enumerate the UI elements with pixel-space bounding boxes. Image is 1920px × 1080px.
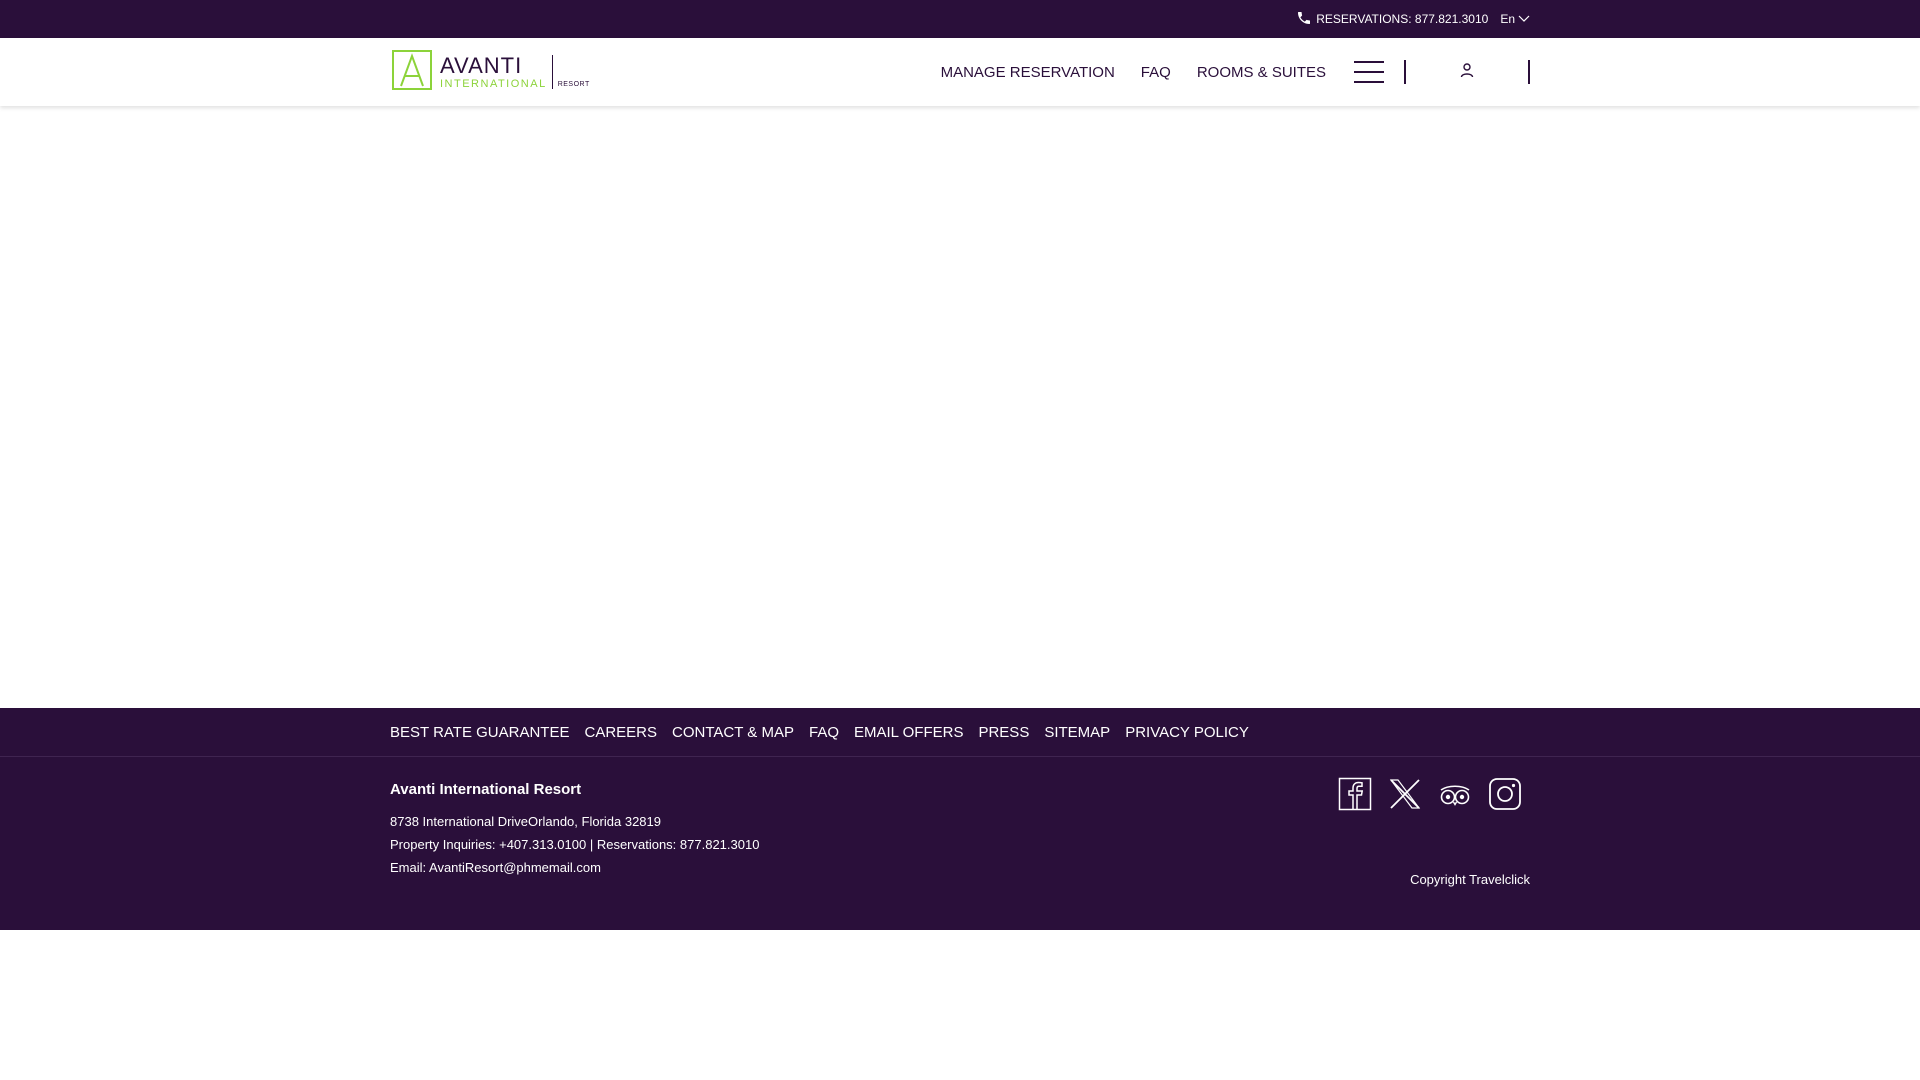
- nav-rooms-suites[interactable]: ROOMS & SUITES: [1197, 64, 1326, 81]
- resort-address: 8738 International DriveOrlando, Florida…: [390, 814, 662, 829]
- site-footer: Avanti International Resort 8738 Interna…: [0, 757, 1920, 930]
- footer-link-privacy-policy[interactable]: PRIVACY POLICY: [1125, 724, 1249, 741]
- x-twitter-icon[interactable]: [1388, 777, 1422, 811]
- footer-links-list: BEST RATE GUARANTEE CAREERS CONTACT & MA…: [390, 708, 1249, 757]
- chevron-down-icon: [1518, 12, 1530, 26]
- tripadvisor-icon[interactable]: [1438, 777, 1472, 811]
- menu-icon[interactable]: [1354, 61, 1384, 83]
- nav-divider: [1404, 60, 1406, 84]
- resort-name: Avanti International Resort: [390, 781, 582, 798]
- logo-main-text: AVANTI: [440, 52, 523, 78]
- site-header: AVANTI INTERNATIONAL RESORT MANAGE RESER…: [0, 38, 1920, 106]
- logo-divider: [551, 55, 553, 89]
- reservations-phone[interactable]: RESERVATIONS: 877.821.3010: [1296, 10, 1488, 29]
- footer-link-best-rate-guarantee[interactable]: BEST RATE GUARANTEE: [390, 724, 569, 741]
- logo-tag-text: RESORT: [557, 81, 590, 88]
- reservations-text: RESERVATIONS: 877.821.3010: [1316, 12, 1489, 26]
- top-bar-contents: RESERVATIONS: 877.821.3010 En: [1296, 0, 1530, 38]
- user-account-button[interactable]: [1459, 62, 1475, 83]
- footer-link-sitemap[interactable]: SITEMAP: [1044, 724, 1110, 741]
- site-logo[interactable]: AVANTI INTERNATIONAL RESORT: [390, 48, 590, 97]
- footer-link-careers[interactable]: CAREERS: [584, 724, 657, 741]
- user-icon: [1459, 62, 1475, 83]
- copyright-text: Copyright Travelclick: [1410, 872, 1530, 887]
- footer-contact-info: Avanti International Resort 8738 Interna…: [390, 781, 759, 883]
- footer-link-email-offers[interactable]: EMAIL OFFERS: [854, 724, 963, 741]
- logo-mark-icon: [390, 48, 434, 97]
- nav-faq[interactable]: FAQ: [1141, 64, 1171, 81]
- phone-icon: [1296, 10, 1312, 29]
- top-bar: RESERVATIONS: 877.821.3010 En: [0, 0, 1920, 38]
- footer-link-faq[interactable]: FAQ: [809, 724, 839, 741]
- social-links: [1338, 777, 1522, 811]
- main-nav: MANAGE RESERVATION FAQ ROOMS & SUITES: [915, 38, 1530, 106]
- instagram-icon[interactable]: [1488, 777, 1522, 811]
- footer-social-area: Copyright Travelclick: [1330, 777, 1530, 897]
- logo-sub-text: INTERNATIONAL: [440, 77, 547, 90]
- footer-link-press[interactable]: PRESS: [978, 724, 1029, 741]
- nav-manage-reservation[interactable]: MANAGE RESERVATION: [941, 64, 1115, 81]
- footer-link-contact-map[interactable]: CONTACT & MAP: [672, 724, 794, 741]
- language-label: En: [1500, 12, 1515, 26]
- nav-divider-end: [1528, 60, 1530, 84]
- resort-email[interactable]: Email: AvantiResort@phmemail.com: [390, 860, 759, 875]
- footer-links-bar: BEST RATE GUARANTEE CAREERS CONTACT & MA…: [0, 708, 1920, 757]
- resort-phones: Property Inquiries: +407.313.0100 | Rese…: [390, 837, 760, 852]
- logo-wordmark: AVANTI INTERNATIONAL: [440, 52, 547, 90]
- language-selector[interactable]: En: [1500, 12, 1530, 26]
- facebook-icon[interactable]: [1338, 777, 1372, 811]
